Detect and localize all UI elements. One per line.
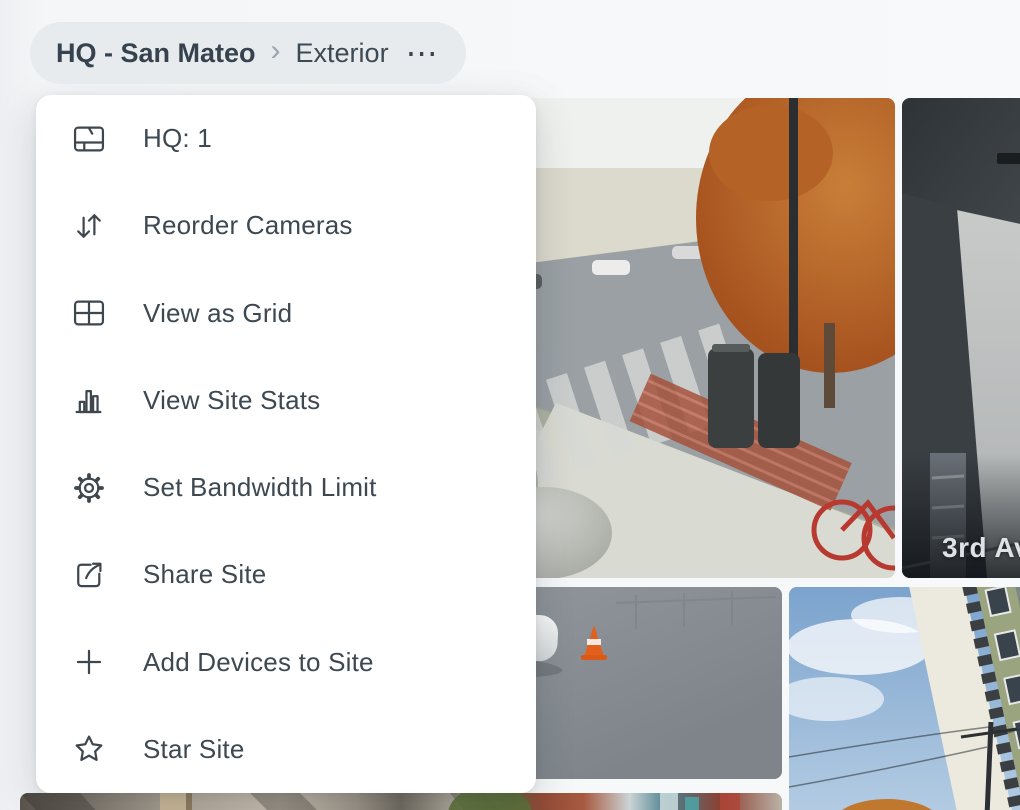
menu-item-add-devices[interactable]: Add Devices to Site xyxy=(36,619,536,706)
menu-item-label: HQ: 1 xyxy=(143,123,212,154)
star-icon xyxy=(70,730,108,768)
site-options-menu: HQ: 1 Reorder Cameras View as Grid xyxy=(36,95,536,793)
menu-item-reorder-cameras[interactable]: Reorder Cameras xyxy=(36,182,536,269)
apartment-photo xyxy=(789,587,1020,810)
menu-item-label: Set Bandwidth Limit xyxy=(143,472,377,503)
camera-thumbnail-3rd-ave[interactable]: 3rd Ave xyxy=(902,98,1020,578)
bar-chart-icon xyxy=(70,381,108,419)
floorplan-icon xyxy=(70,120,108,158)
camera-site-page: ANDINAVIAN DESIGNS xyxy=(0,0,1020,810)
menu-item-hq-floors[interactable]: HQ: 1 xyxy=(36,95,536,182)
menu-item-set-bandwidth-limit[interactable]: Set Bandwidth Limit xyxy=(36,444,536,531)
sidewalk-photo xyxy=(20,793,782,810)
gear-icon xyxy=(70,469,108,507)
camera-name-label: 3rd Ave xyxy=(942,532,1020,564)
more-options-button[interactable]: ⋯ xyxy=(404,37,440,69)
menu-item-view-as-grid[interactable]: View as Grid xyxy=(36,270,536,357)
breadcrumb: HQ - San Mateo › Exterior ⋯ xyxy=(30,22,466,84)
menu-item-label: View Site Stats xyxy=(143,385,320,416)
menu-item-label: Reorder Cameras xyxy=(143,210,353,241)
plus-icon xyxy=(70,643,108,681)
entrance-photo xyxy=(902,98,1020,578)
menu-item-view-site-stats[interactable]: View Site Stats xyxy=(36,357,536,444)
breadcrumb-section-link[interactable]: Exterior xyxy=(296,38,389,69)
breadcrumb-site-link[interactable]: HQ - San Mateo xyxy=(56,38,256,69)
menu-item-share-site[interactable]: Share Site xyxy=(36,531,536,618)
menu-item-label: Add Devices to Site xyxy=(143,647,374,678)
chevron-right-icon: › xyxy=(271,34,281,68)
menu-item-label: Share Site xyxy=(143,559,266,590)
menu-item-star-site[interactable]: Star Site xyxy=(36,706,536,793)
menu-item-label: View as Grid xyxy=(143,298,292,329)
camera-thumbnail-apartment[interactable] xyxy=(789,587,1020,810)
camera-thumbnail-sidewalk[interactable] xyxy=(20,793,782,810)
share-icon xyxy=(70,556,108,594)
reorder-icon xyxy=(70,207,108,245)
grid-icon xyxy=(70,294,108,332)
menu-item-label: Star Site xyxy=(143,734,245,765)
